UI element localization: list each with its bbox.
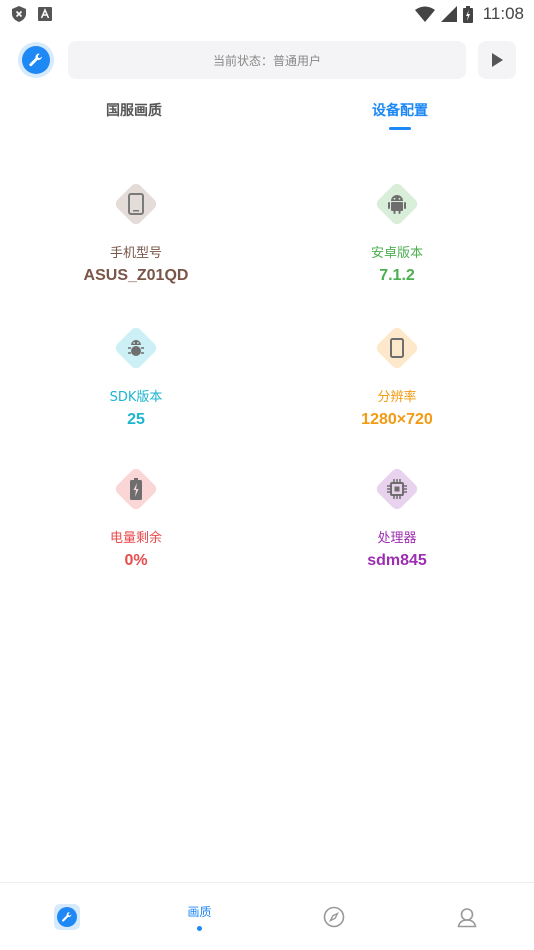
user-status-text: 当前状态：普通用户 <box>212 53 321 68</box>
info-value: 7.1.2 <box>379 267 415 284</box>
info-processor: 处理器 sdm845 <box>297 466 497 570</box>
bug-icon <box>113 325 159 371</box>
info-resolution: 分辨率 1280×720 <box>297 325 497 429</box>
play-icon <box>492 53 503 67</box>
user-status-field[interactable]: 当前状态：普通用户 <box>68 41 466 79</box>
play-button[interactable] <box>478 41 516 79</box>
nav-profile[interactable] <box>400 883 533 950</box>
signal-icon <box>440 6 457 22</box>
info-value: 0% <box>124 552 148 569</box>
info-sdk-version: SDK版本 25 <box>36 325 236 429</box>
nav-graphics-label: 画质 <box>187 905 212 919</box>
wifi-icon <box>414 6 435 22</box>
info-label: 安卓版本 <box>370 246 423 261</box>
battery-icon <box>113 466 159 512</box>
status-bar: 11:08 <box>0 0 534 28</box>
info-value: sdm845 <box>367 552 427 569</box>
top-bar: 当前状态：普通用户 <box>18 40 518 80</box>
info-android-version: 安卓版本 7.1.2 <box>297 181 497 285</box>
tab-device-config[interactable]: 设备配置 <box>372 100 428 120</box>
user-icon <box>457 908 476 928</box>
tablet-icon <box>374 325 420 371</box>
bottom-nav: 画质 <box>0 882 534 950</box>
battery-status-icon <box>462 5 473 23</box>
info-label: 手机型号 <box>109 246 162 261</box>
wrench-icon <box>29 53 43 67</box>
info-value: 25 <box>127 411 145 428</box>
shield-icon <box>12 6 26 22</box>
android-icon <box>374 181 420 227</box>
tab-graphics[interactable]: 国服画质 <box>106 100 162 120</box>
info-label: 处理器 <box>377 531 417 546</box>
cpu-icon <box>374 466 420 512</box>
nav-graphics[interactable]: 画质 <box>133 883 266 950</box>
app-logo[interactable] <box>18 42 54 78</box>
info-label: 分辨率 <box>377 390 417 405</box>
info-phone-model: 手机型号 ASUS_Z01QD <box>36 181 236 285</box>
info-battery: 电量剩余 0% <box>36 466 236 570</box>
compass-icon <box>323 906 344 928</box>
info-value: 1280×720 <box>361 411 433 428</box>
info-label: 电量剩余 <box>109 531 162 546</box>
nav-active-dot <box>197 926 202 931</box>
phone-icon <box>113 181 159 227</box>
font-icon <box>38 7 52 21</box>
nav-tools[interactable] <box>0 883 133 950</box>
tab-bar: 国服画质 设备配置 <box>0 96 534 136</box>
info-label: SDK版本 <box>109 390 163 405</box>
nav-discover[interactable] <box>267 883 400 950</box>
status-time: 11:08 <box>482 4 524 23</box>
info-value: ASUS_Z01QD <box>83 267 189 284</box>
tab-active-indicator <box>389 127 411 130</box>
wrench-icon <box>61 912 72 922</box>
